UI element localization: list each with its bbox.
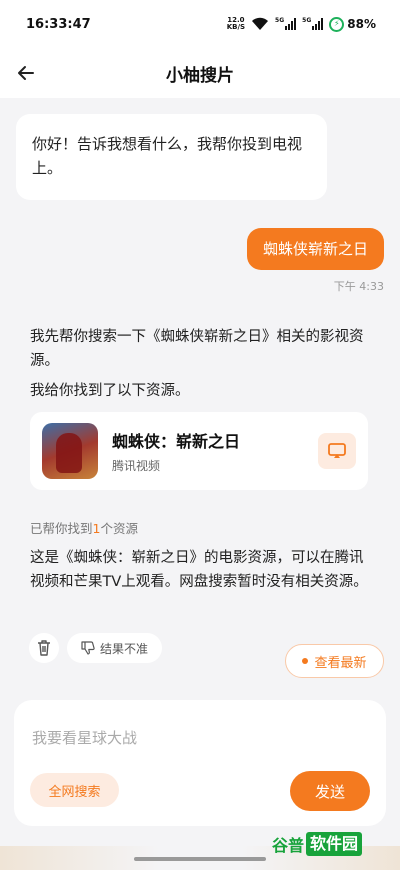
message-timestamp: 下午 4:33 <box>333 280 384 293</box>
net-speed: 12.0 KB/S <box>226 16 246 31</box>
assistant-greeting-bubble: 你好！告诉我想看什么，我帮你投到电视上。 <box>16 114 327 200</box>
status-time: 16:33:47 <box>26 16 91 32</box>
view-latest-label: 查看最新 <box>314 655 367 671</box>
signal-icon-sim1: 5G <box>275 18 297 30</box>
cast-to-tv-button[interactable] <box>318 433 356 469</box>
signal-icon-sim2: 5G <box>302 18 324 30</box>
input-panel: 全网搜索 发送 <box>14 700 386 826</box>
resource-source: 腾讯视频 <box>112 459 161 473</box>
battery-indicator: ⚡ 88% <box>329 16 376 32</box>
battery-charging-icon: ⚡ <box>329 16 345 32</box>
resource-description: 这是《蜘蛛侠：崭新之日》的电影资源，可以在腾讯视频和芒果TV上观看。网盘搜索暂时… <box>30 550 368 590</box>
movie-poster <box>42 423 98 479</box>
nav-bar: 小柚搜片 <box>0 48 400 98</box>
send-button[interactable]: 发送 <box>290 771 370 811</box>
web-search-button[interactable]: 全网搜索 <box>30 773 119 807</box>
cast-to-tv-icon <box>328 443 346 458</box>
arrow-left-icon <box>18 66 34 80</box>
resource-card[interactable]: 蜘蛛侠：崭新之日 腾讯视频 <box>30 412 368 490</box>
watermark-logo: 谷普 软件园 <box>272 829 363 859</box>
status-icons: 12.0 KB/S 5G 5G ⚡ 88% <box>226 16 376 32</box>
battery-level: 88% <box>347 17 376 31</box>
view-latest-button[interactable]: 查看最新 <box>285 644 384 678</box>
query-input[interactable] <box>32 724 362 752</box>
user-message-bubble: 蜘蛛侠崭新之日 <box>246 228 384 270</box>
page-title: 小柚搜片 <box>166 65 234 86</box>
thumbs-down-icon <box>81 641 95 655</box>
delete-button[interactable] <box>29 633 59 663</box>
inaccurate-result-button[interactable]: 结果不准 <box>67 633 162 663</box>
reply-text: 我给你找到了以下资源。 <box>30 383 190 399</box>
home-indicator[interactable] <box>134 857 266 861</box>
resource-title: 蜘蛛侠：崭新之日 <box>112 432 241 451</box>
wifi-icon <box>252 17 269 30</box>
found-count-line: 已帮你找到1个资源 <box>30 521 138 536</box>
assistant-reply: 我先帮你搜索一下《蜘蛛侠崭新之日》相关的影视资源。 我给你找到了以下资源。 <box>30 325 375 409</box>
reply-text: 我先帮你搜索一下《蜘蛛侠崭新之日》相关的影视资源。 <box>30 329 364 369</box>
dot-icon <box>302 658 309 664</box>
trash-icon <box>38 640 50 656</box>
status-bar: 16:33:47 12.0 KB/S 5G 5G ⚡ 88% <box>0 0 400 48</box>
inaccurate-label: 结果不准 <box>99 641 148 656</box>
back-button[interactable] <box>12 59 40 87</box>
